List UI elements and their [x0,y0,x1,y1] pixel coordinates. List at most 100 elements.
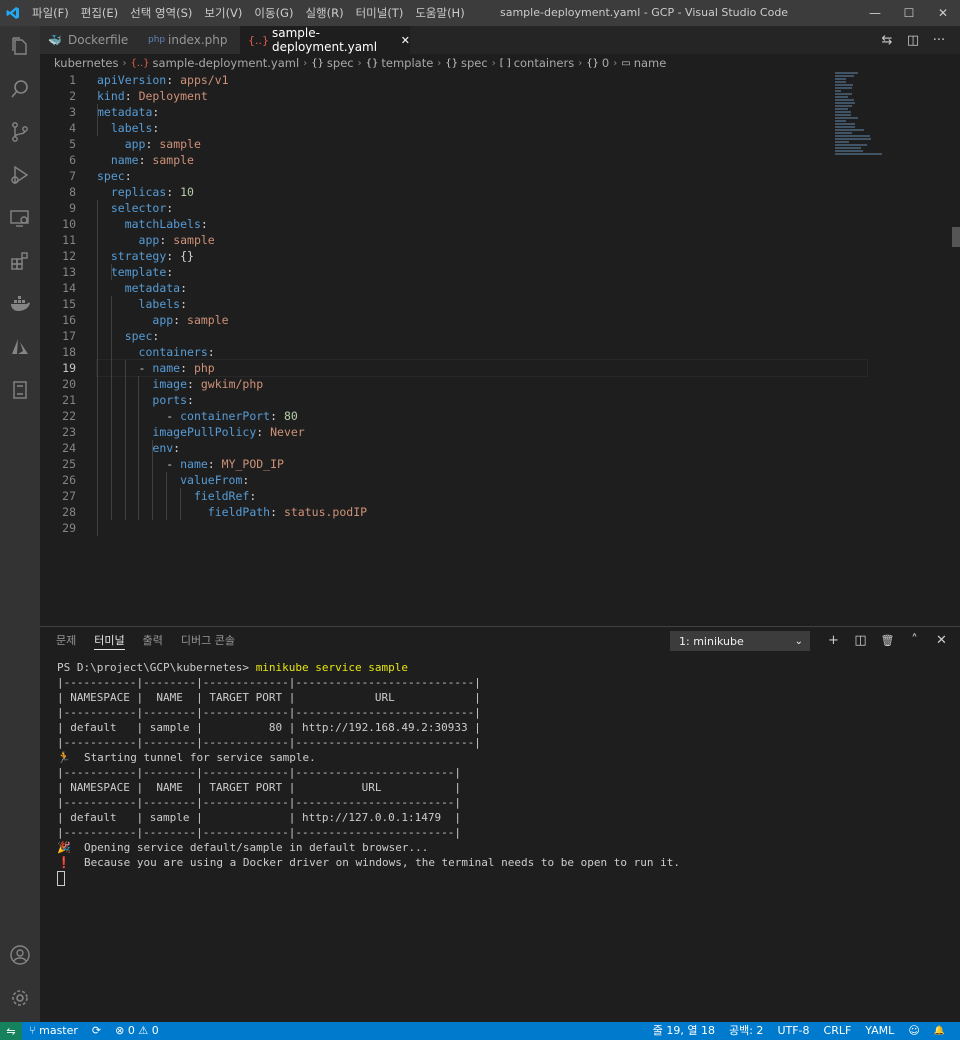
new-terminal-icon[interactable]: + [820,631,847,651]
maximize-button[interactable]: ☐ [892,0,926,26]
split-terminal-icon[interactable]: ◫ [847,631,874,651]
azure-icon[interactable] [0,327,40,367]
code-line[interactable]: metadata: [97,280,867,296]
extensions-icon[interactable] [0,241,40,281]
account-icon[interactable] [0,935,40,975]
breadcrumb-template[interactable]: template [381,56,433,70]
tab-terminal[interactable]: 터미널 [94,633,125,650]
code-line[interactable]: selector: [97,200,867,216]
tab-sample-deployment-yaml[interactable]: {..} sample-deployment.yaml ✕ [240,26,410,54]
breadcrumb-kubernetes[interactable]: kubernetes [54,56,118,70]
menu-item-2[interactable]: 선택 영역(S) [124,0,198,26]
minimize-button[interactable]: — [858,0,892,26]
tab-debug-console[interactable]: 디버그 콘솔 [181,633,235,650]
scrollbar-thumb[interactable] [952,227,960,247]
code-line[interactable]: image: gwkim/php [97,376,867,392]
yaml-punct: : [152,121,160,135]
terminal-select[interactable]: 1: minikube ⌄ [670,631,810,651]
search-icon[interactable] [0,69,40,109]
bottom-panel: 문제 터미널 출력 디버그 콘솔 1: minikube ⌄ + ◫ 🗑 ˄ ✕… [40,626,960,1023]
menu-item-6[interactable]: 터미널(T) [350,0,410,26]
remote-explorer-icon[interactable] [0,198,40,238]
code-line[interactable]: fieldPath: status.podIP [97,504,867,520]
code-line[interactable]: matchLabels: [97,216,867,232]
breadcrumb-index[interactable]: 0 [602,56,609,70]
code-line[interactable]: - containerPort: 80 [97,408,867,424]
editor-scrollbar[interactable] [950,72,960,625]
feedback-icon[interactable]: ☺ [908,1022,919,1040]
close-window-button[interactable]: ✕ [926,0,960,26]
code-line[interactable]: kind: Deployment [97,88,867,104]
code-line[interactable]: valueFrom: [97,472,867,488]
sync-icon[interactable]: ⟳ [92,1022,101,1040]
code-line[interactable]: - name: php [96,359,868,377]
code-line[interactable]: replicas: 10 [97,184,867,200]
menu-item-1[interactable]: 편집(E) [75,0,124,26]
close-tab-icon[interactable]: ✕ [401,34,410,47]
code-line[interactable]: env: [97,440,867,456]
language-mode[interactable]: YAML [865,1022,894,1040]
code-line[interactable]: apiVersion: apps/v1 [97,72,867,88]
breadcrumb-spec-inner[interactable]: spec [461,56,488,70]
code-line[interactable]: containers: [97,344,867,360]
code-line[interactable]: imagePullPolicy: Never [97,424,867,440]
yaml-punct [97,153,111,167]
indent-guide [110,264,112,280]
menu-item-4[interactable]: 이동(G) [248,0,299,26]
indentation[interactable]: 공백: 2 [729,1022,763,1040]
breadcrumb-name[interactable]: name [634,56,667,70]
source-control-icon[interactable] [0,112,40,152]
minimap[interactable] [835,72,950,155]
end-of-line[interactable]: CRLF [824,1022,852,1040]
book-icon[interactable] [0,370,40,410]
files-icon[interactable] [0,26,40,66]
code-line[interactable]: labels: [97,120,867,136]
code-line[interactable]: spec: [97,168,867,184]
code-line[interactable]: app: sample [97,312,867,328]
code-line[interactable]: metadata: [97,104,867,120]
code-line[interactable]: strategy: {} [97,248,867,264]
remote-indicator-icon[interactable]: ⇋ [0,1022,22,1040]
yaml-punct [97,217,125,231]
settings-gear-icon[interactable] [0,978,40,1018]
tab-output[interactable]: 출력 [143,633,163,650]
code-line[interactable]: app: sample [97,232,867,248]
menu-item-3[interactable]: 보기(V) [198,0,248,26]
breadcrumb-spec[interactable]: spec [327,56,354,70]
kill-terminal-icon[interactable]: 🗑 [874,631,901,651]
code-line[interactable]: template: [97,264,867,280]
compare-changes-icon[interactable]: ⇆ [874,33,900,48]
code-line[interactable]: fieldRef: [97,488,867,504]
menu-item-0[interactable]: 파일(F) [26,0,75,26]
code-editor[interactable]: 1 2 3 4 5 6 7 8 9 10 11 12 13 14 15 16 17 18 19 20 21 22 23 24 2… [40,72,960,625]
git-branch[interactable]: ⑂ master [29,1022,78,1040]
run-debug-icon[interactable] [0,155,40,195]
split-editor-icon[interactable]: ◫ [900,33,926,48]
menu-item-7[interactable]: 도움말(H) [409,0,470,26]
tab-index-php[interactable]: php index.php [140,26,240,54]
tab-problems[interactable]: 문제 [56,633,76,650]
code-area[interactable]: apiVersion: apps/v1 kind: Deployment metad… [96,72,868,536]
notifications-bell-icon[interactable]: 🔔 [934,1022,945,1040]
menu-item-5[interactable]: 실행(R) [299,0,349,26]
code-line[interactable]: - name: MY_POD_IP [97,456,867,472]
code-line[interactable] [97,520,867,536]
code-line[interactable]: spec: [97,328,867,344]
code-line[interactable]: name: sample [97,152,867,168]
encoding[interactable]: UTF-8 [777,1022,809,1040]
docker-icon[interactable] [0,284,40,324]
yaml-value: apps/v1 [180,73,229,87]
code-line[interactable]: app: sample [97,136,867,152]
breadcrumb-file[interactable]: sample-deployment.yaml [153,56,300,70]
breadcrumb-containers[interactable]: containers [514,56,574,70]
close-panel-icon[interactable]: ✕ [928,631,955,651]
maximize-panel-icon[interactable]: ˄ [901,631,928,651]
terminal-output[interactable]: PS D:\project\GCP\kubernetes> minikube s… [57,660,680,886]
code-line[interactable]: labels: [97,296,867,312]
tab-dockerfile[interactable]: 🐳 Dockerfile [40,26,140,54]
cursor-position[interactable]: 줄 19, 열 18 [653,1022,715,1040]
problems-indicator[interactable]: ⊗ 0 ⚠ 0 [115,1022,159,1040]
more-actions-icon[interactable]: ··· [926,33,952,48]
code-line[interactable]: ports: [97,392,867,408]
yaml-punct: : [187,377,201,391]
